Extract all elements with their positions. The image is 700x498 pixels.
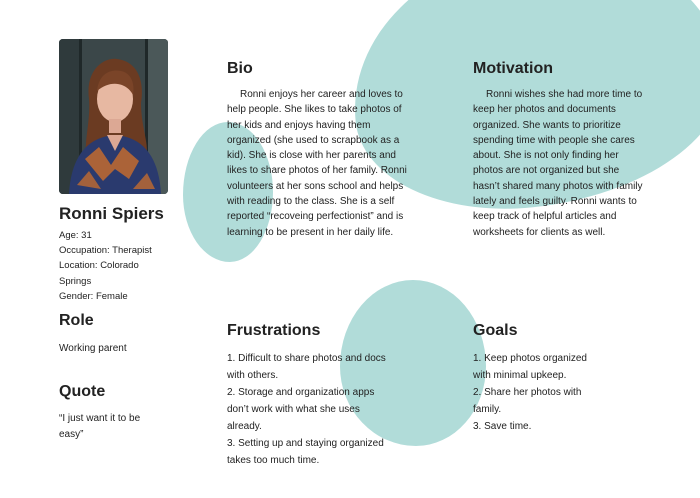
goal-item: 1. Keep photos organized with minimal up… [473,353,587,381]
motivation-text: Ronni wishes she had more time to keep h… [473,89,643,238]
persona-name: Ronni Spiers [59,204,164,223]
frustrations-heading: Frustrations [227,322,321,339]
frustration-item: 2. Storage and organization apps don’t w… [227,387,375,432]
goals-list: 1. Keep photos organized with minimal up… [473,350,605,435]
persona-photo [59,39,168,194]
persona-gender: Gender: Female [59,290,128,302]
goal-item: 3. Save time. [473,421,532,432]
frustration-item: 1. Difficult to share photos and docs wi… [227,353,386,381]
quote-heading: Quote [59,383,106,400]
bio-text: Ronni enjoys her career and loves to hel… [227,89,407,238]
frustration-item: 3. Setting up and staying organized take… [227,438,384,466]
goal-item: 2. Share her photos with family. [473,387,582,415]
persona-location: Location: Colorado Springs [59,260,139,287]
persona-age: Age: 31 [59,230,92,241]
role-text: Working parent [59,343,127,354]
frustrations-list: 1. Difficult to share photos and docs wi… [227,350,395,469]
goals-heading: Goals [473,322,518,339]
persona-details: Age: 31 Occupation: Therapist Location: … [59,228,171,304]
role-heading: Role [59,312,94,329]
bio-heading: Bio [227,60,253,77]
persona-occupation: Occupation: Therapist [59,245,152,257]
quote-text: “I just want it to be easy” [59,413,141,440]
motivation-heading: Motivation [473,60,553,77]
